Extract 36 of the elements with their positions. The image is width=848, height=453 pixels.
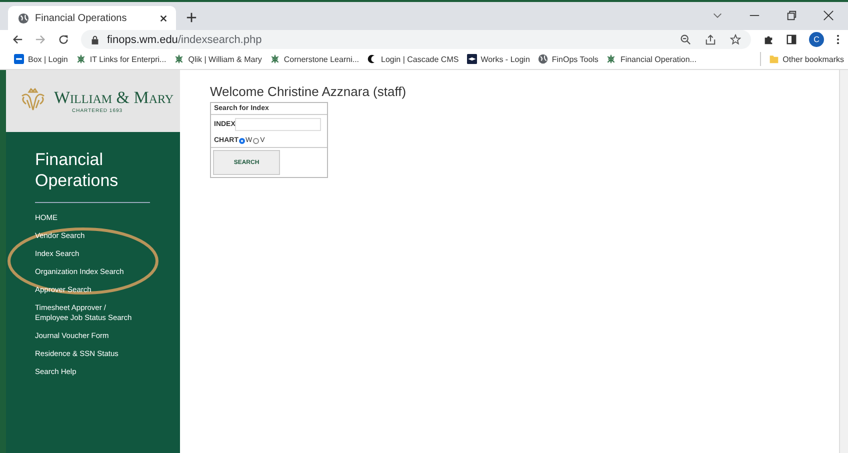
profile-avatar[interactable]: C: [809, 32, 824, 47]
tab-title: Financial Operations: [35, 12, 128, 24]
share-icon[interactable]: [705, 34, 716, 45]
reload-icon[interactable]: [58, 34, 69, 45]
bookmark-link[interactable]: Works - Login: [480, 54, 530, 64]
index-input-field[interactable]: [235, 118, 322, 131]
bookmark-link[interactable]: IT Links for Enterpri...: [90, 54, 166, 64]
bookmark-link[interactable]: Login | Cascade CMS: [381, 54, 459, 64]
browser-tab[interactable]: Financial Operations: [8, 6, 176, 30]
radio-button[interactable]: [238, 138, 244, 144]
menu-icon[interactable]: [836, 34, 840, 45]
welcome-heading: Welcome Christine Azznara (staff): [210, 84, 408, 99]
star-icon[interactable]: [730, 34, 741, 45]
graduation-cap-icon: [466, 54, 477, 64]
close-icon[interactable]: [823, 10, 834, 21]
zoom-out-icon[interactable]: [680, 34, 691, 45]
bookmark-link[interactable]: Other bookmarks: [782, 54, 844, 64]
bookmark-link[interactable]: Cornerstone Learni...: [284, 54, 360, 64]
back-arrow-icon[interactable]: [12, 34, 23, 45]
sidebar-title: Financial Operations: [35, 149, 120, 191]
bookmark-link[interactable]: Financial Operation...: [620, 54, 696, 64]
folder-icon: [768, 54, 779, 64]
address-bar[interactable]: finops.wm.edu/indexsearch.php: [81, 30, 751, 49]
side-panel-icon[interactable]: [786, 34, 797, 45]
logo-wordmark: William & Mary: [54, 88, 174, 108]
restore-icon[interactable]: [786, 10, 797, 21]
box-logo-icon: [14, 54, 24, 64]
lock-icon: [91, 34, 99, 44]
scrollbar[interactable]: [839, 70, 848, 453]
bookmark-link[interactable]: FinOps Tools: [552, 54, 598, 64]
new-tab-icon[interactable]: [186, 12, 197, 23]
radio-button[interactable]: [253, 138, 260, 144]
close-icon[interactable]: [159, 14, 168, 22]
bookmark-link[interactable]: Box | Login: [28, 54, 68, 64]
puzzle-piece-icon[interactable]: [763, 34, 774, 45]
bookmark-link[interactable]: Qlik | William & Mary: [188, 54, 262, 64]
